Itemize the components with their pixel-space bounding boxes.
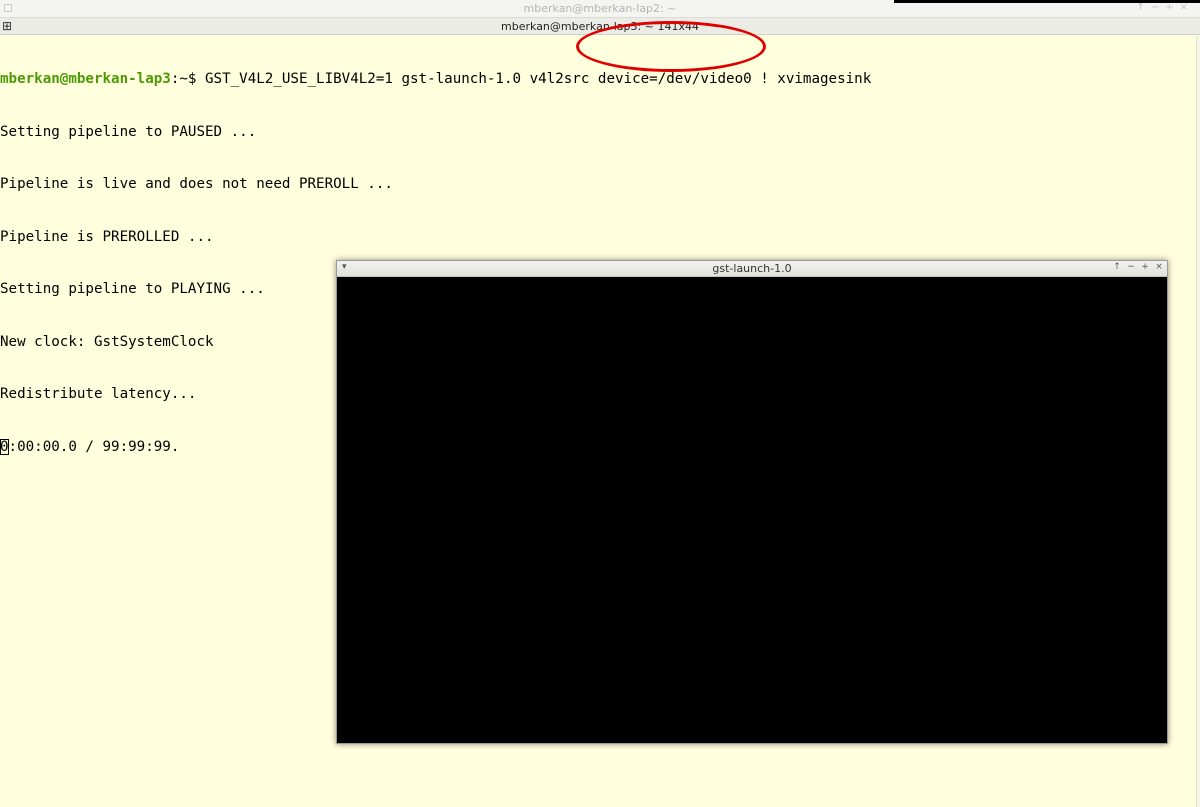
video-output [337,277,1167,743]
minimize-icon[interactable]: − [1127,262,1135,272]
prompt-user: mberkan@mberkan-lap3 [0,71,171,87]
output-line: Pipeline is PREROLLED ... [0,228,214,245]
background-window-buttons[interactable]: ↑−+× [1136,2,1194,13]
prompt-suffix: :~$ [170,71,206,87]
maximize-icon[interactable]: + [1165,2,1179,13]
gst-window-titlebar[interactable]: ▾ gst-launch-1.0 ↑ − + × [337,261,1167,277]
shade-icon[interactable]: ↑ [1113,262,1121,272]
terminal-scrollbar[interactable] [1196,36,1200,807]
output-line: Setting pipeline to PAUSED ... [0,123,257,140]
background-window-title: mberkan@mberkan-lap2: ~ [523,2,677,15]
shade-icon[interactable]: ↑ [1136,2,1150,13]
progress-text: :00:00.0 / 99:99:99. [8,438,180,455]
gst-window-title: gst-launch-1.0 [712,262,792,275]
minimize-icon[interactable]: − [1151,2,1165,13]
terminal-cursor: 0 [0,438,9,455]
maximize-icon[interactable]: + [1141,262,1149,272]
gst-launch-window[interactable]: ▾ gst-launch-1.0 ↑ − + × [336,260,1168,744]
gst-window-controls: ↑ − + × [1113,262,1163,272]
output-line: Pipeline is live and does not need PRERO… [0,176,393,192]
command-line: mberkan@mberkan-lap3:~$ GST_V4L2_USE_LIB… [0,71,1200,89]
close-icon[interactable]: × [1180,2,1194,13]
highlight-annotation [576,21,766,72]
command-text: GST_V4L2_USE_LIBV4L2=1 gst-launch-1.0 v4… [205,71,872,87]
screen-edge-strip [894,0,1200,3]
close-icon[interactable]: × [1155,262,1163,272]
